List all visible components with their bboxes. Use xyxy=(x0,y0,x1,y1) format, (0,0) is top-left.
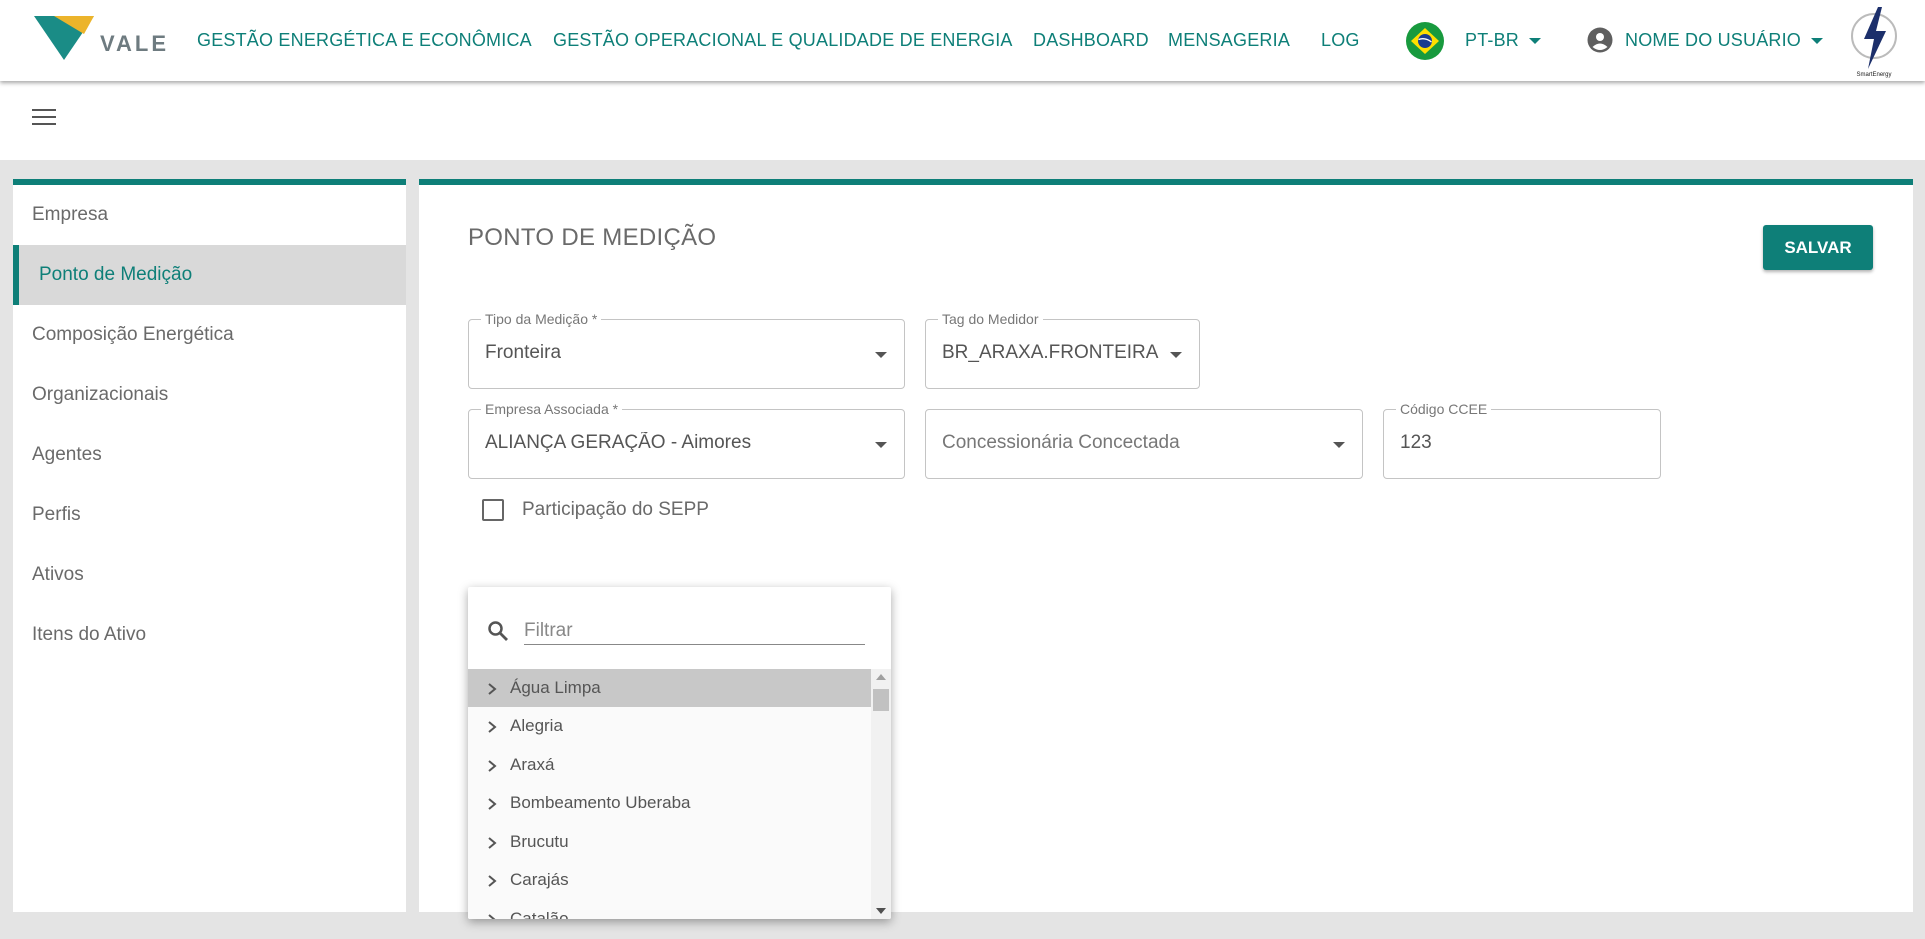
nav-gestao-operacional[interactable]: GESTÃO OPERACIONAL E QUALIDADE DE ENERGI… xyxy=(553,30,1013,51)
concessionaria-select[interactable]: Concessionária Concectada xyxy=(925,409,1363,479)
list-item[interactable]: Brucutu xyxy=(468,823,871,861)
chevron-right-icon xyxy=(488,837,497,849)
dropdown-arrow-icon xyxy=(1170,352,1182,358)
tag-medidor-label: Tag do Medidor xyxy=(938,311,1043,327)
list-item-label: Bombeamento Uberaba xyxy=(510,793,691,812)
language-selector[interactable]: PT-BR xyxy=(1465,30,1542,51)
chevron-right-icon xyxy=(488,683,497,695)
chevron-right-icon xyxy=(488,760,497,772)
codigo-ccee-label: Código CCEE xyxy=(1396,401,1492,417)
list-item-label: Brucutu xyxy=(510,832,569,851)
tag-medidor-value: BR_ARAXA.FRONTEIRA xyxy=(942,342,1159,363)
nav-dashboard[interactable]: DASHBOARD xyxy=(1033,30,1149,51)
list-item[interactable]: Catalão xyxy=(468,900,871,919)
list-item-label: Água Limpa xyxy=(510,678,601,697)
list-item[interactable]: Araxá xyxy=(468,746,871,784)
smartenergy-logo-text: SmartEnergy xyxy=(1856,72,1891,78)
tag-medidor-select[interactable]: Tag do Medidor BR_ARAXA.FRONTEIRA xyxy=(925,311,1200,389)
menu-icon[interactable] xyxy=(32,109,56,129)
scrollbar-thumb[interactable] xyxy=(873,689,889,711)
chevron-right-icon xyxy=(488,875,497,887)
sidebar: Empresa Ponto de Medição Composição Ener… xyxy=(13,179,406,912)
sidebar-item-agentes[interactable]: Agentes xyxy=(13,425,406,485)
sidebar-item-empresa[interactable]: Empresa xyxy=(13,185,406,245)
sepp-checkbox[interactable] xyxy=(482,499,504,521)
dropdown-arrow-icon xyxy=(1333,442,1345,448)
toolbar xyxy=(0,81,1925,160)
dropdown-list: Água Limpa Alegria Araxá Bombeamento Ube… xyxy=(468,669,871,919)
list-item[interactable]: Carajás xyxy=(468,861,871,899)
tipo-medicao-label: Tipo da Medição * xyxy=(481,311,602,327)
list-item-label: Catalão xyxy=(510,909,569,919)
user-menu[interactable]: NOME DO USUÁRIO xyxy=(1625,30,1824,51)
chevron-down-icon xyxy=(1529,38,1542,45)
empresa-associada-select[interactable]: Empresa Associada * ALIANÇA GERAÇÃO - Ai… xyxy=(468,401,905,479)
page-title: PONTO DE MEDIÇÃO xyxy=(468,224,717,251)
sidebar-item-perfis[interactable]: Perfis xyxy=(13,485,406,545)
language-label: PT-BR xyxy=(1465,30,1520,50)
concessionaria-dropdown-panel: Água Limpa Alegria Araxá Bombeamento Ube… xyxy=(468,587,891,919)
tipo-medicao-value: Fronteira xyxy=(485,342,562,363)
sidebar-item-organizacionais[interactable]: Organizacionais xyxy=(13,365,406,425)
empresa-associada-label: Empresa Associada * xyxy=(481,401,623,417)
account-circle-icon[interactable] xyxy=(1587,27,1613,53)
chevron-right-icon xyxy=(488,798,497,810)
brazil-flag-icon[interactable] xyxy=(1406,22,1444,60)
scroll-down-arrow-icon[interactable] xyxy=(876,908,886,914)
sidebar-item-ativos[interactable]: Ativos xyxy=(13,545,406,605)
nav-gestao-energetica[interactable]: GESTÃO ENERGÉTICA E ECONÔMICA xyxy=(197,30,532,51)
list-item-label: Carajás xyxy=(510,870,569,889)
codigo-ccee-field[interactable]: Código CCEE 123 xyxy=(1383,401,1661,479)
tipo-medicao-select[interactable]: Tipo da Medição * Fronteira xyxy=(468,311,905,389)
dropdown-scrollbar[interactable] xyxy=(871,669,891,919)
chevron-right-icon xyxy=(488,914,496,919)
codigo-ccee-value: 123 xyxy=(1400,432,1432,453)
save-button[interactable]: SALVAR xyxy=(1763,225,1873,270)
empresa-associada-value: ALIANÇA GERAÇÃO - Aimores xyxy=(485,432,752,453)
chevron-right-icon xyxy=(488,721,497,733)
list-item-label: Araxá xyxy=(510,755,555,774)
list-item[interactable]: Bombeamento Uberaba xyxy=(468,784,871,822)
top-navbar: VALE GESTÃO ENERGÉTICA E ECONÔMICA GESTÃ… xyxy=(0,0,1925,81)
scroll-up-arrow-icon[interactable] xyxy=(876,674,886,680)
list-item[interactable]: Água Limpa xyxy=(468,669,871,707)
nav-log[interactable]: LOG xyxy=(1321,30,1360,51)
nav-mensageria[interactable]: MENSAGERIA xyxy=(1168,30,1290,51)
filter-input[interactable] xyxy=(524,617,865,645)
sidebar-item-itens-do-ativo[interactable]: Itens do Ativo xyxy=(13,605,406,665)
sepp-checkbox-label: Participação do SEPP xyxy=(522,499,709,520)
sidebar-item-composicao-energetica[interactable]: Composição Energética xyxy=(13,305,406,365)
dropdown-arrow-icon xyxy=(875,442,887,448)
list-item-label: Alegria xyxy=(510,716,563,735)
user-name: NOME DO USUÁRIO xyxy=(1625,30,1802,50)
smartenergy-logo: SmartEnergy xyxy=(1851,7,1897,78)
sidebar-item-ponto-de-medicao[interactable]: Ponto de Medição xyxy=(13,245,406,305)
list-item[interactable]: Alegria xyxy=(468,707,871,745)
search-icon xyxy=(488,621,508,641)
concessionaria-placeholder: Concessionária Concectada xyxy=(942,432,1180,453)
dropdown-arrow-icon xyxy=(875,352,887,358)
vale-logo-text: VALE xyxy=(100,31,170,56)
chevron-down-icon xyxy=(1811,38,1824,45)
